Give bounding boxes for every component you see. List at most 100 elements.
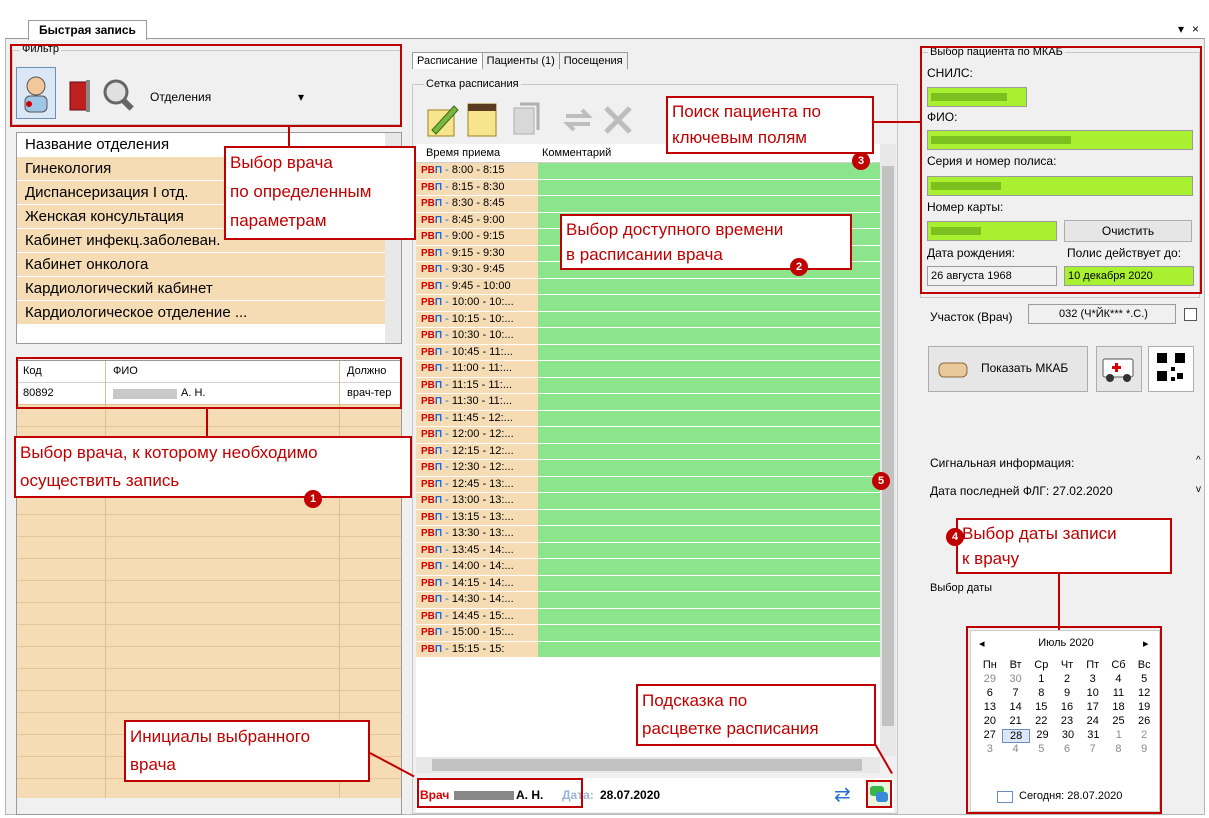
schedule-row[interactable]: РВП - 14:00 - 14:... [416, 559, 880, 576]
schedule-comment-cell [538, 526, 880, 542]
schedule-row[interactable]: РВП - 11:00 - 11:... [416, 361, 880, 378]
tab-quick-booking[interactable]: Быстрая запись [28, 20, 147, 40]
badge-3: 3 [852, 152, 870, 170]
schedule-vscroll[interactable] [880, 144, 896, 756]
schedule-row[interactable]: РВП - 11:30 - 11:... [416, 394, 880, 411]
schedule-row[interactable]: РВП - 13:30 - 13:... [416, 526, 880, 543]
schedule-time-cell: РВП - 12:45 - 13:... [416, 476, 538, 492]
schedule-row[interactable]: РВП - 15:15 - 15: [416, 641, 880, 658]
schedule-row[interactable]: РВП - 14:15 - 14:... [416, 575, 880, 592]
schedule-time: 11:30 - 11:... [451, 395, 513, 407]
rvp-prefix: РВ [421, 297, 435, 308]
pin-icon[interactable]: ▾ [1178, 22, 1184, 36]
prefix-dash: - [442, 362, 452, 374]
delete-disabled-icon[interactable] [600, 100, 636, 140]
rvp-prefix: РВ [421, 214, 435, 226]
callout-patient-box [920, 46, 1202, 294]
schedule-row[interactable]: РВП - 8:15 - 8:30 [416, 179, 880, 196]
schedule-row[interactable]: РВП - 13:15 - 13:... [416, 509, 880, 526]
tab-schedule[interactable]: Расписание [412, 52, 483, 69]
prefix-dash: - [442, 263, 452, 275]
tab-patients[interactable]: Пациенты (1) [481, 52, 560, 69]
callout-filter-box [10, 44, 402, 127]
schedule-row[interactable]: РВП - 13:00 - 13:... [416, 493, 880, 510]
district-checkbox[interactable] [1184, 308, 1197, 321]
schedule-row[interactable]: РВП - 12:30 - 12:... [416, 460, 880, 477]
schedule-time: 13:15 - 13:... [451, 510, 514, 523]
rvp-prefix: РВ [421, 544, 435, 556]
signal-scroll-up[interactable]: ^ [1196, 455, 1201, 466]
list-item[interactable]: Кабинет онколога [17, 253, 401, 277]
rvp-prefix: РВ [421, 528, 435, 539]
col-comment[interactable]: Комментарий [542, 147, 611, 159]
prefix-dash: - [442, 461, 452, 473]
schedule-comment-cell [538, 196, 880, 212]
signal-text: Дата последней ФЛГ: 27.02.2020 [930, 484, 1113, 498]
schedule-time: 12:00 - 12:... [451, 428, 514, 440]
schedule-row[interactable]: РВП - 8:30 - 8:45 [416, 196, 880, 213]
schedule-time-cell: РВП - 10:15 - 10:... [416, 311, 538, 327]
schedule-comment-cell [538, 427, 880, 443]
schedule-row[interactable]: РВП - 14:30 - 14:... [416, 592, 880, 609]
middle-tabs: Расписание Пациенты (1) Посещения [412, 52, 628, 69]
doctor-table-hscroll[interactable] [17, 798, 401, 814]
schedule-time-cell: РВП - 14:30 - 14:... [416, 592, 538, 608]
schedule-row[interactable]: РВП - 12:00 - 12:... [416, 427, 880, 444]
schedule-comment-cell [538, 493, 880, 509]
schedule-comment-cell [538, 443, 880, 459]
schedule-row[interactable]: РВП - 9:45 - 10:00 [416, 278, 880, 295]
copy-disabled-icon[interactable] [508, 100, 544, 140]
schedule-row[interactable]: РВП - 10:00 - 10:... [416, 295, 880, 312]
rvp-prefix: РВ [421, 627, 435, 638]
schedule-time: 9:45 - 10:00 [451, 279, 511, 292]
schedule-hscroll[interactable] [416, 757, 880, 773]
color-hint-icon[interactable] [866, 780, 892, 808]
prefix-dash: - [442, 246, 452, 259]
ambulance-button[interactable] [1096, 346, 1142, 392]
close-icon[interactable]: × [1192, 22, 1199, 36]
show-mkab-button[interactable]: Показать МКАБ [928, 346, 1088, 392]
refresh-icon[interactable]: ⇄ [834, 782, 851, 807]
schedule-time-cell: РВП - 13:00 - 13:... [416, 493, 538, 509]
list-item[interactable]: Кардиологический кабинет [17, 277, 401, 301]
schedule-row[interactable]: РВП - 12:15 - 12:... [416, 443, 880, 460]
prefix-dash: - [442, 213, 452, 226]
schedule-comment-cell [538, 608, 880, 624]
schedule-time-cell: РВП - 11:45 - 12:... [416, 410, 538, 426]
schedule-row[interactable]: РВП - 15:00 - 15:... [416, 625, 880, 642]
schedule-row[interactable]: РВП - 12:45 - 13:... [416, 476, 880, 493]
date-picker-title: Выбор даты [928, 582, 995, 594]
schedule-row[interactable]: РВП - 11:15 - 11:... [416, 377, 880, 394]
schedule-comment-cell [538, 559, 880, 575]
col-time[interactable]: Время приема [426, 147, 500, 159]
qr-code-button[interactable] [1148, 346, 1194, 392]
prefix-dash: - [442, 560, 452, 572]
rvp-prefix: РВ [421, 478, 435, 490]
schedule-row[interactable]: РВП - 10:30 - 10:... [416, 328, 880, 345]
rvp-prefix: РВ [421, 264, 435, 275]
prefix-dash: - [442, 230, 452, 242]
badge-4: 4 [946, 528, 964, 546]
schedule-row[interactable]: РВП - 14:45 - 15:... [416, 608, 880, 625]
rvp-prefix: РВ [421, 363, 435, 374]
schedule-row[interactable]: РВП - 10:45 - 11:... [416, 344, 880, 361]
schedule-time: 8:45 - 9:00 [451, 213, 505, 226]
schedule-time-cell: РВП - 8:45 - 9:00 [416, 212, 538, 228]
prefix-dash: - [442, 593, 452, 605]
notepad-icon[interactable] [464, 100, 500, 140]
list-item[interactable]: Кардиологическое отделение ... [17, 301, 401, 325]
schedule-time: 10:30 - 10:... [451, 329, 514, 341]
schedule-row[interactable]: РВП - 11:45 - 12:... [416, 410, 880, 427]
schedule-time: 12:15 - 12:... [451, 444, 514, 457]
schedule-time-cell: РВП - 13:45 - 14:... [416, 542, 538, 558]
schedule-row[interactable]: РВП - 10:15 - 10:... [416, 311, 880, 328]
schedule-comment-cell [538, 311, 880, 327]
refresh-disabled-icon[interactable] [560, 100, 596, 140]
schedule-comment-cell [538, 509, 880, 525]
tab-visits[interactable]: Посещения [558, 52, 628, 69]
schedule-comment-cell [538, 278, 880, 294]
schedule-row[interactable]: РВП - 8:00 - 8:15 [416, 163, 880, 180]
edit-note-icon[interactable] [424, 100, 460, 140]
signal-scroll-down[interactable]: v [1196, 484, 1201, 495]
schedule-row[interactable]: РВП - 13:45 - 14:... [416, 542, 880, 559]
